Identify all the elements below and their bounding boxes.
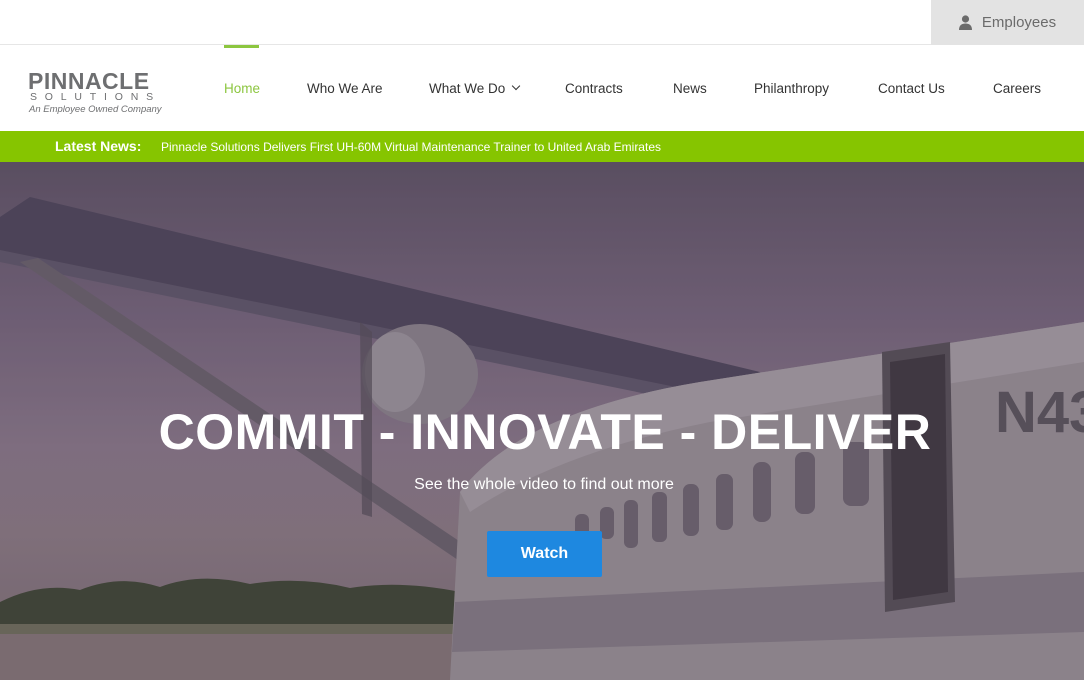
user-icon [958,15,972,30]
nav-item-careers[interactable]: Careers [993,45,1041,131]
logo-brand: PINNACLE [28,68,150,94]
nav-item-philanthropy[interactable]: Philanthropy [754,45,829,131]
nav-label-what-we-do: What We Do [429,80,506,96]
employees-label: Employees [981,14,1057,31]
nav-item-contact-us[interactable]: Contact Us [878,45,945,131]
hero-title: COMMIT - INNOVATE - DELIVER [158,404,932,460]
nav-label-philanthropy: Philanthropy [754,80,830,96]
nav-label-home: Home [224,80,261,96]
nav-item-who-we-are[interactable]: Who We Are [307,45,383,131]
news-ticker: Latest News: Pinnacle Solutions Delivers… [0,131,1084,162]
ticker-label: Latest News: [55,138,142,154]
hero-banner: N43 COMMIT - INNOVATE - DELIVER See the … [0,162,1084,680]
nav-item-contracts[interactable]: Contracts [565,45,623,131]
hero-subtitle: See the whole video to find out more [414,476,674,493]
nav-item-what-we-do[interactable]: What We Do [429,45,521,131]
utility-bar: Employees [0,0,1084,45]
chevron-down-icon [512,81,521,91]
main-nav: Home Who We Are What We Do Contracts New… [200,45,1084,131]
nav-label-contracts: Contracts [565,80,623,96]
ticker-headline-link[interactable]: Pinnacle Solutions Delivers First UH-60M… [161,139,661,155]
site-header: PINNACLE SOLUTIONS An Employee Owned Com… [0,45,1084,131]
logo-sub: SOLUTIONS [30,91,161,103]
nav-label-who-we-are: Who We Are [307,80,383,96]
nav-label-careers: Careers [993,80,1042,96]
watch-button[interactable]: Watch [487,531,602,577]
pinnacle-logo[interactable]: PINNACLE SOLUTIONS An Employee Owned Com… [28,69,178,117]
nav-item-news[interactable]: News [673,45,707,131]
nav-item-home[interactable]: Home [224,45,261,131]
nav-label-news: News [673,80,707,96]
employees-button[interactable]: Employees [931,0,1084,45]
nav-label-contact-us: Contact Us [878,80,945,96]
logo-tagline: An Employee Owned Company [29,104,162,115]
